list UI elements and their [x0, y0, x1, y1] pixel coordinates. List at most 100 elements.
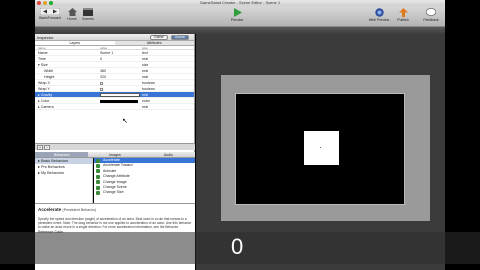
- inspector-title: Inspector: [37, 35, 54, 40]
- behavior-icon: [96, 191, 100, 196]
- scene-path-bar: [35, 27, 445, 34]
- tab-attributes[interactable]: Attributes: [115, 41, 195, 45]
- close-window-button[interactable]: [37, 1, 41, 5]
- feedback-label: Feedback: [423, 18, 439, 22]
- column-type: type: [142, 46, 148, 50]
- property-name: ▸ Gravity: [38, 93, 53, 97]
- actor-center: [320, 147, 321, 148]
- window-title: GameSalad Creator - Scene Editor - Scene…: [199, 0, 281, 5]
- home-icon: [67, 8, 77, 16]
- description-header: Accelerate (Persistent Behavior): [38, 207, 192, 212]
- mouse-pointer-icon: ↖: [122, 118, 128, 125]
- property-name: Wrap X: [38, 81, 50, 85]
- category-label: Pro Behaviors: [40, 165, 65, 169]
- publish-label: Publish: [397, 18, 409, 22]
- clapperboard-icon: [83, 8, 93, 16]
- tab-images[interactable]: Images: [88, 152, 141, 157]
- game-button[interactable]: Game: [150, 35, 168, 40]
- property-name: ▸ Color: [38, 99, 50, 103]
- property-value[interactable]: 0: [100, 56, 142, 61]
- property-type: text: [142, 51, 148, 55]
- property-value[interactable]: [100, 86, 142, 91]
- behavior-icon: [96, 164, 100, 169]
- property-name: Time: [38, 57, 46, 61]
- property-type: real: [142, 93, 148, 97]
- preview-button[interactable]: Preview: [228, 8, 246, 22]
- property-value[interactable]: [100, 80, 142, 85]
- property-name: ▸ Camera: [38, 105, 54, 109]
- speech-bubble-icon: [426, 8, 436, 16]
- add-button[interactable]: +: [37, 145, 43, 150]
- scenes-button[interactable]: Scenes: [80, 8, 96, 21]
- property-value[interactable]: [100, 62, 142, 67]
- back-forward-label: Back/Forward: [39, 16, 61, 20]
- property-value[interactable]: Scene 1: [100, 50, 142, 55]
- feedback-button[interactable]: Feedback: [420, 8, 442, 22]
- column-value: value: [100, 46, 108, 50]
- property-name: Width: [44, 69, 54, 73]
- back-forward-button[interactable]: Back/Forward: [37, 8, 63, 20]
- wrap-y-checkbox[interactable]: [100, 87, 103, 91]
- behavior-icon: [96, 174, 100, 179]
- behavior-icon: [96, 180, 100, 185]
- tab-layers[interactable]: Layers: [35, 41, 115, 45]
- property-value[interactable]: [100, 92, 142, 98]
- behavior-list: Accelerate Accelerate Toward Animate Cha…: [94, 158, 195, 203]
- web-preview-label: Web Preview: [368, 18, 390, 22]
- property-row-camera[interactable]: ▸ Camera real: [35, 104, 194, 110]
- description-title: Accelerate: [38, 207, 62, 212]
- property-type: real: [142, 69, 148, 73]
- play-icon: [233, 8, 242, 17]
- property-name: Height: [44, 75, 55, 79]
- behavior-icon: [96, 169, 100, 174]
- property-type: real: [142, 75, 148, 79]
- scene-button[interactable]: Scene: [171, 35, 189, 40]
- minimize-window-button[interactable]: [43, 1, 47, 5]
- home-label: Home: [67, 17, 77, 21]
- property-name: Name: [38, 51, 48, 55]
- category-label: Basic Behaviors: [40, 159, 69, 163]
- category-label: My Behaviors: [40, 171, 64, 175]
- category-my-behaviors[interactable]: ▸ My Behaviors: [35, 170, 92, 176]
- behavior-icon: [96, 185, 100, 190]
- behavior-category-list: ▸ Basic Behaviors ▸ Pro Behaviors ▸ My B…: [35, 158, 93, 203]
- inspector-panel: Inspector Game Scene Layers Attributes n…: [35, 34, 195, 152]
- gravity-value-field[interactable]: [100, 93, 140, 98]
- main-toolbar: Back/Forward Home Scenes Preview Web Pre…: [35, 6, 445, 27]
- property-value[interactable]: 480: [100, 68, 142, 73]
- counter-text: 0: [231, 234, 244, 259]
- tab-audio[interactable]: Audio: [142, 152, 195, 157]
- property-name: Wrap Y: [38, 87, 50, 91]
- inspector-header: Inspector Game Scene: [35, 34, 194, 41]
- color-swatch[interactable]: [100, 99, 138, 103]
- actor-instance[interactable]: [304, 131, 339, 165]
- behavior-icon: [96, 158, 100, 163]
- remove-button[interactable]: −: [44, 145, 50, 150]
- behavior-item[interactable]: Change Size: [94, 190, 195, 196]
- arrows-icon: [40, 8, 60, 15]
- property-name: ▾ Size: [38, 63, 48, 67]
- property-value[interactable]: 320: [100, 74, 142, 79]
- zoom-window-button[interactable]: [49, 1, 53, 5]
- property-type: boolean: [142, 87, 155, 91]
- property-type: size: [142, 63, 149, 67]
- property-type: color: [142, 99, 150, 103]
- property-type: boolean: [142, 81, 155, 85]
- wrap-x-checkbox[interactable]: [100, 81, 103, 85]
- column-name: name: [38, 46, 46, 50]
- property-value[interactable]: [100, 104, 142, 109]
- globe-icon: [374, 8, 384, 17]
- tab-behaviors[interactable]: Behaviors: [35, 152, 89, 157]
- home-button[interactable]: Home: [65, 8, 79, 21]
- window-controls: [37, 1, 53, 5]
- web-preview-button[interactable]: Web Preview: [367, 8, 391, 22]
- preview-label: Preview: [230, 18, 244, 22]
- property-type: real: [142, 105, 148, 109]
- publish-button[interactable]: Publish: [393, 8, 413, 22]
- library-toolbar: + −: [35, 143, 195, 150]
- scenes-label: Scenes: [82, 17, 94, 21]
- property-type: real: [142, 57, 148, 61]
- behavior-label: Change Size: [103, 190, 124, 195]
- description-subtitle: (Persistent Behavior): [62, 208, 97, 212]
- property-value[interactable]: [100, 98, 142, 103]
